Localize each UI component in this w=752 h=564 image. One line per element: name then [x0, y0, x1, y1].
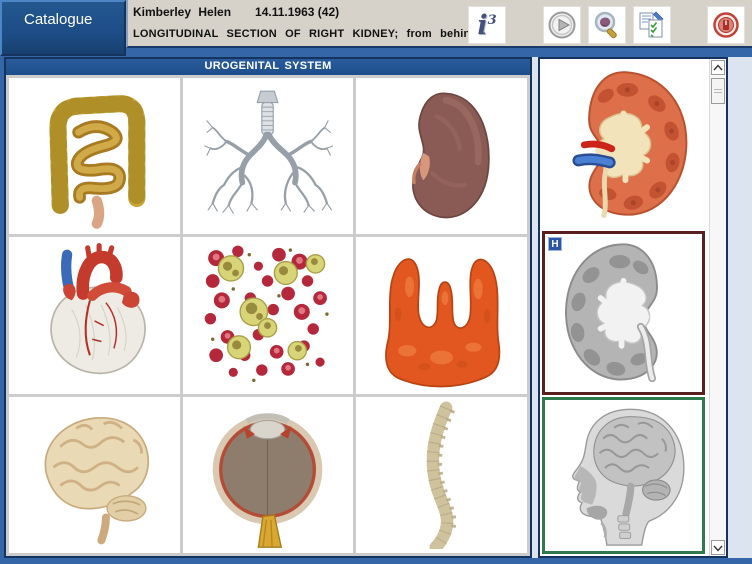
scrollbar-grip [714, 89, 722, 93]
chevron-down-icon [713, 544, 723, 552]
chevron-up-icon [713, 64, 723, 72]
blood-cells-illustration [199, 241, 336, 390]
kidney-gray-section-illustration [547, 236, 700, 391]
header-patient-panel: Kimberley Helen 14.11.1963 (42) LONGITUD… [126, 0, 752, 48]
preview-item-kidney-section-gray-selected[interactable]: H [542, 231, 705, 396]
catalog-grid [6, 75, 530, 556]
exit-button[interactable] [707, 6, 745, 44]
search-magnifier-icon [592, 10, 622, 40]
vertebral-column-illustration [373, 401, 510, 550]
scroll-up-button[interactable] [711, 60, 725, 75]
bronchial-tree-illustration [199, 82, 336, 231]
catalog-item-brain[interactable] [9, 397, 180, 553]
kidney-color-section-illustration [545, 64, 702, 226]
catalogue-title-panel: Catalogue [0, 0, 126, 56]
preview-scrollbar[interactable] [709, 59, 726, 556]
hint-badge: H [548, 237, 562, 251]
intestines-illustration [26, 82, 163, 231]
exit-icon [711, 10, 741, 40]
report-document-icon [637, 10, 667, 40]
preview-item-kidney-section-color[interactable] [542, 61, 705, 229]
study-title: LONGITUDINAL SECTION OF RIGHT KIDNEY; fr… [133, 28, 477, 40]
kidney-illustration [373, 82, 510, 231]
main-catalog-panel: UROGENITAL SYSTEM [4, 57, 532, 558]
patient-dob: 14.11.1963 (42) [255, 5, 339, 19]
patient-info: Kimberley Helen 14.11.1963 (42) [133, 5, 339, 19]
eye-section-illustration [199, 401, 336, 550]
catalog-item-heart[interactable] [9, 237, 180, 393]
report-button[interactable] [633, 6, 671, 44]
thyroid-illustration [373, 241, 510, 390]
preview-panel: H [538, 57, 728, 558]
preview-item-head-sagittal-section[interactable] [542, 397, 705, 554]
search-button[interactable] [588, 6, 626, 44]
preview-list: H [540, 59, 707, 556]
scroll-down-button[interactable] [711, 540, 725, 555]
app-title: Catalogue [24, 11, 92, 28]
catalog-section-title: UROGENITAL SYSTEM [6, 59, 530, 75]
patient-name: Kimberley Helen [133, 5, 231, 19]
catalog-item-kidney[interactable] [356, 78, 527, 234]
catalog-item-intestines[interactable] [9, 78, 180, 234]
play-icon [547, 10, 577, 40]
info-i3-icon: i3 [477, 12, 496, 39]
head-sagittal-illustration [550, 402, 697, 549]
info-button[interactable]: i3 [468, 6, 506, 44]
brain-illustration [26, 401, 163, 550]
catalog-item-eye-section[interactable] [183, 397, 354, 553]
catalog-item-vertebral-column[interactable] [356, 397, 527, 553]
play-button[interactable] [543, 6, 581, 44]
heart-illustration [26, 241, 163, 390]
scrollbar-thumb[interactable] [711, 78, 725, 104]
catalog-item-thyroid-gland[interactable] [356, 237, 527, 393]
catalog-item-blood-cells[interactable] [183, 237, 354, 393]
catalog-item-bronchial-tree[interactable] [183, 78, 354, 234]
